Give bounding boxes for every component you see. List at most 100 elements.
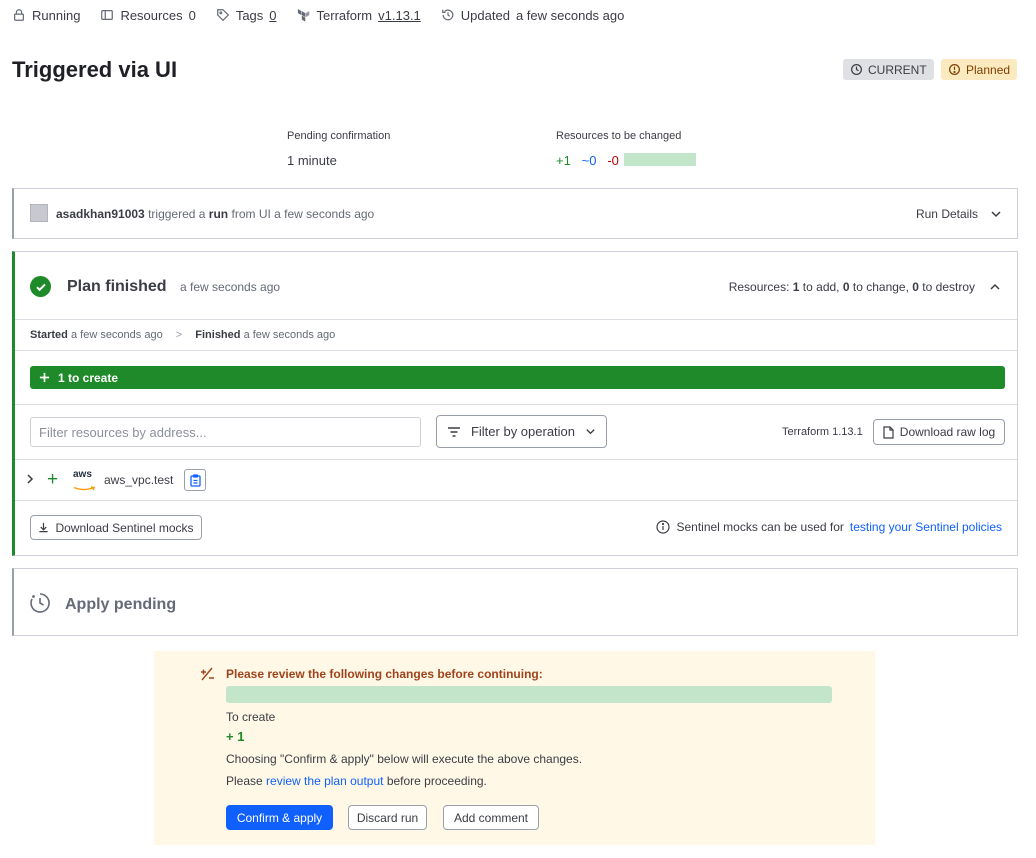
terraform-version[interactable]: v1.13.1: [378, 8, 421, 23]
resource-row[interactable]: + aws aws_vpc.test: [15, 460, 1017, 500]
destroy-count: -0: [607, 153, 619, 168]
current-badge: CURRENT: [843, 59, 934, 80]
terraform-version-label: Terraform 1.13.1: [782, 426, 863, 438]
finished-time: a few seconds ago: [243, 329, 336, 341]
clock-pending-icon: [30, 593, 50, 613]
review-title: Please review the following changes befo…: [226, 667, 543, 681]
create-summary-bar[interactable]: 1 to create: [30, 366, 1005, 389]
resources-label: Resources: [120, 7, 183, 23]
tags-label: Tags: [235, 7, 264, 23]
planned-badge-label: Planned: [966, 62, 1011, 77]
plan-timeline: Started a few seconds ago > Finished a f…: [30, 329, 335, 341]
pending-confirmation-label: Pending confirmation: [287, 130, 391, 142]
planned-badge: Planned: [941, 59, 1018, 80]
plus-icon: [39, 372, 50, 383]
copy-address-button[interactable]: [184, 469, 206, 491]
run-meta-bar: Running Resources 0 Tags 0 Terraform v1.…: [12, 6, 624, 24]
lock-icon: [14, 9, 24, 21]
finished-label: Finished: [195, 329, 241, 341]
tag-icon: [216, 9, 229, 22]
updated-time: Updated a few seconds ago: [441, 7, 625, 23]
to-change-label: to change,: [852, 280, 909, 294]
plan-title: Plan finished: [67, 278, 167, 295]
review-line2-after: before proceeding.: [386, 774, 487, 788]
terraform-label: Terraform: [316, 7, 373, 23]
updated-value: a few seconds ago: [515, 7, 625, 23]
sentinel-note: Sentinel mocks can be used for testing y…: [656, 520, 1002, 534]
changes-bar: [624, 153, 696, 166]
page-title: Triggered via UI: [12, 57, 178, 82]
review-plan-output-link[interactable]: review the plan output: [266, 774, 383, 788]
tags-value[interactable]: 0: [269, 8, 276, 23]
aws-logo-text: aws: [73, 469, 92, 480]
chevron-down-icon: [991, 211, 1001, 218]
plan-card: Plan finished a few seconds ago Resource…: [12, 251, 1018, 556]
review-plan-output-text: Please review the plan output before pro…: [226, 774, 487, 788]
to-destroy-label: to destroy: [922, 280, 975, 294]
download-icon: [39, 522, 49, 533]
sentinel-policies-link[interactable]: testing your Sentinel policies: [850, 520, 1002, 534]
sentinel-note-text: Sentinel mocks can be used for: [676, 520, 844, 534]
to-change-count: 0: [842, 280, 850, 294]
trigger-run-word: run: [208, 207, 229, 221]
chevron-down-icon: [586, 429, 595, 435]
trigger-text-after: from UI a few seconds ago: [231, 207, 375, 221]
confirm-apply-button[interactable]: Confirm & apply: [226, 805, 333, 830]
review-line2-before: Please: [226, 774, 263, 788]
resources-changed-counts: +1 ~0 -0: [556, 153, 619, 168]
history-icon: [441, 9, 454, 21]
clipboard-icon: [189, 473, 201, 487]
review-changes-bar: [226, 686, 832, 703]
terraform-version-link[interactable]: Terraform v1.13.1: [297, 8, 421, 23]
add-comment-button[interactable]: Add comment: [443, 805, 539, 830]
resources-changed-label: Resources to be changed: [556, 130, 682, 142]
chevron-up-icon[interactable]: [989, 281, 1001, 293]
create-summary-label: 1 to create: [58, 370, 119, 385]
filter-by-operation-label: Filter by operation: [470, 424, 576, 439]
trigger-text-before: triggered a: [148, 207, 206, 221]
download-raw-log-button[interactable]: Download raw log: [873, 419, 1005, 445]
plan-resources-summary: Resources: 1 to add, 0 to change, 0 to d…: [729, 280, 1001, 294]
to-create-label: To create: [226, 710, 276, 724]
download-sentinel-mocks-button[interactable]: Download Sentinel mocks: [30, 515, 202, 540]
file-icon: [883, 425, 894, 439]
trigger-user: asadkhan91003: [56, 207, 145, 221]
terraform-icon: [297, 9, 309, 22]
pending-confirmation-value: 1 minute: [287, 153, 337, 168]
aws-logo-icon: aws: [73, 469, 97, 491]
trigger-text: asadkhan91003 triggered a run from UI a …: [56, 207, 374, 221]
filter-resources-input[interactable]: [30, 417, 421, 447]
updated-label: Updated: [460, 7, 510, 23]
add-count: +1: [556, 153, 571, 168]
resource-address: aws_vpc.test: [104, 473, 174, 487]
alert-circle-icon: [949, 64, 960, 75]
filter-by-operation-button[interactable]: Filter by operation: [436, 415, 607, 448]
chevron-right-icon[interactable]: [25, 473, 35, 485]
plan-header[interactable]: Plan finished a few seconds ago Resource…: [15, 252, 1017, 320]
to-create-count: + 1: [226, 729, 245, 744]
resources-count: Resources 0: [100, 7, 196, 23]
started-time: a few seconds ago: [70, 329, 163, 341]
avatar: [30, 204, 48, 222]
divider: [15, 404, 1017, 405]
timeline-separator-icon: >: [175, 329, 183, 341]
discard-run-button[interactable]: Discard run: [348, 805, 427, 830]
download-raw-log-label: Download raw log: [899, 425, 996, 439]
download-sentinel-mocks-label: Download Sentinel mocks: [55, 520, 194, 535]
status-label: Running: [32, 7, 81, 23]
apply-title: Apply pending: [65, 596, 177, 613]
to-add-label: to add,: [802, 280, 840, 294]
run-details-toggle[interactable]: Run Details: [916, 207, 1002, 221]
create-plus-icon: +: [47, 469, 59, 490]
status-running: Running: [12, 8, 80, 23]
run-trigger-card: asadkhan91003 triggered a run from UI a …: [12, 188, 1018, 239]
tags-count[interactable]: Tags 0: [216, 8, 277, 23]
review-panel: Please review the following changes befo…: [154, 651, 875, 845]
current-badge-label: CURRENT: [868, 62, 927, 77]
divider: [15, 350, 1017, 351]
plan-resources-text: Resources: 1 to add, 0 to change, 0 to d…: [729, 280, 975, 294]
apply-card: Apply pending: [12, 568, 1018, 636]
plan-time: a few seconds ago: [180, 280, 281, 294]
resources-value: 0: [188, 7, 196, 23]
check-circle-icon: [30, 276, 51, 297]
